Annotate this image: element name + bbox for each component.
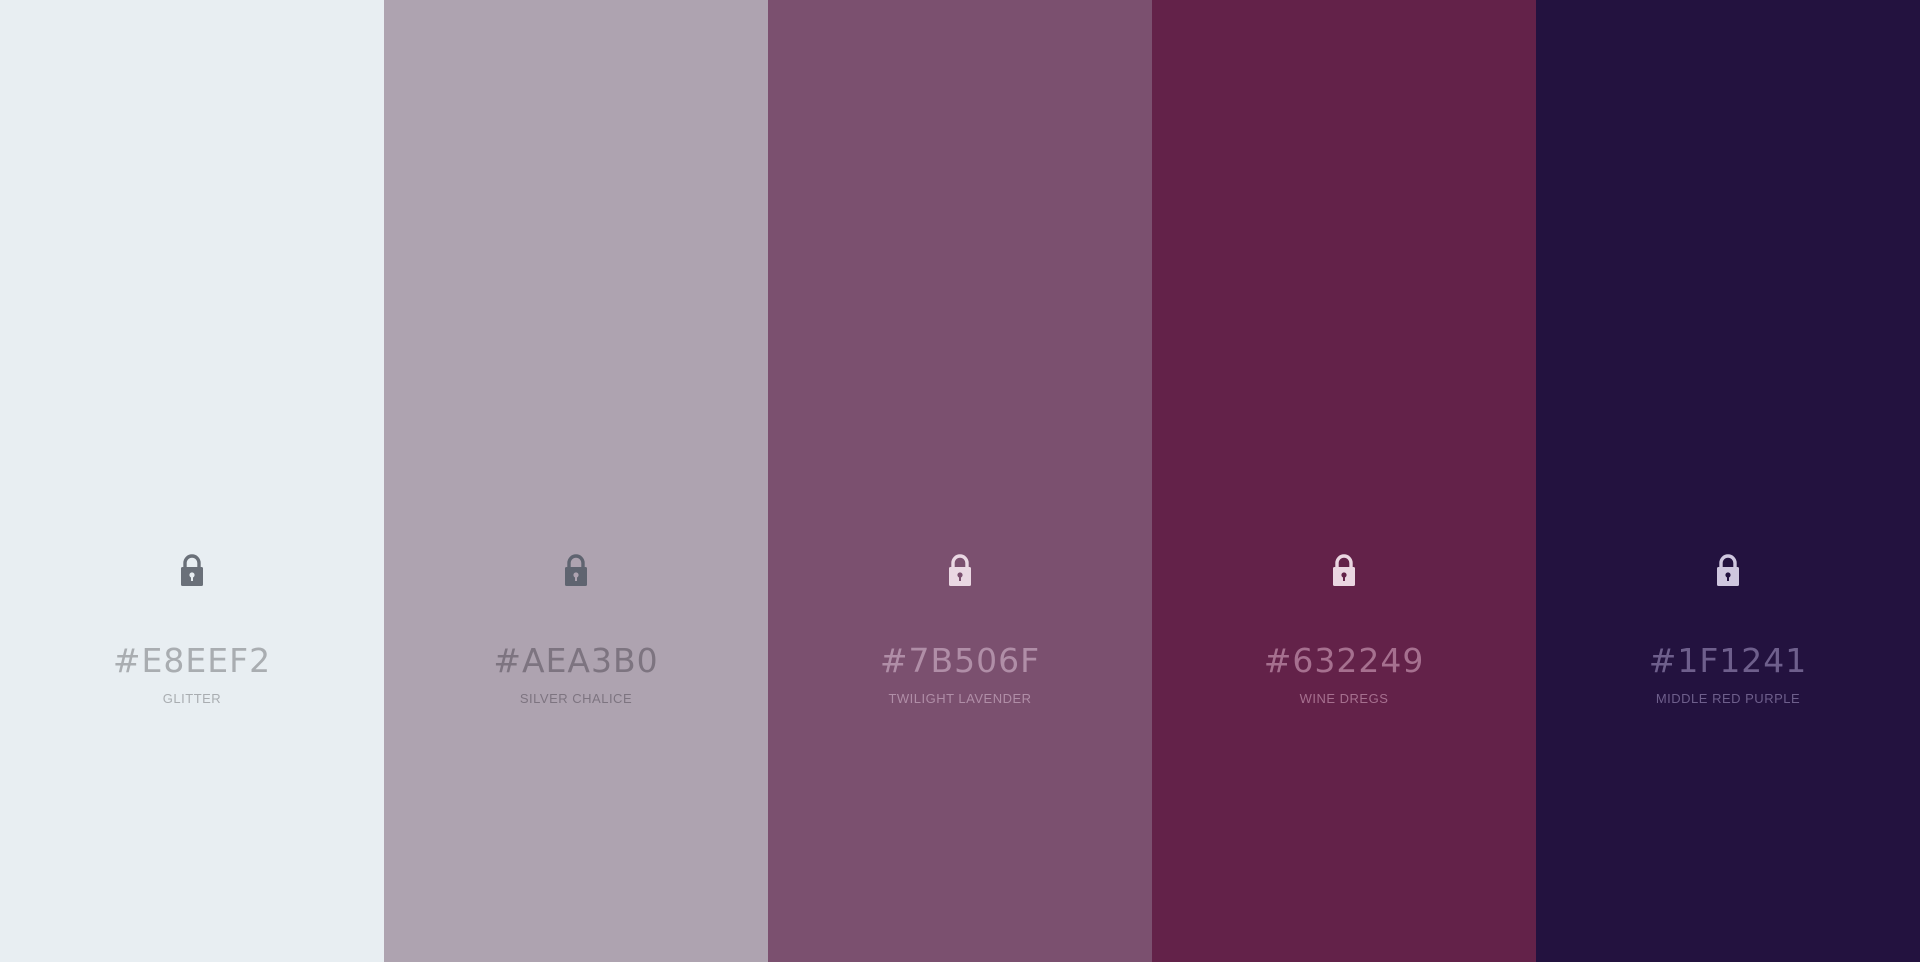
hex-code[interactable]: #7B506F (880, 641, 1040, 681)
swatch-content: #AEA3B0 SILVER CHALICE (384, 553, 768, 707)
color-swatch-silver-chalice[interactable]: #AEA3B0 SILVER CHALICE (384, 0, 768, 962)
lock-icon[interactable] (947, 553, 973, 587)
swatch-content: #E8EEF2 GLITTER (0, 553, 384, 707)
hex-code[interactable]: #632249 (1264, 641, 1425, 681)
hex-code[interactable]: #1F1241 (1649, 641, 1808, 681)
hex-code[interactable]: #AEA3B0 (493, 641, 658, 681)
color-palette: #E8EEF2 GLITTER #AEA3B0 SILVER CHALICE #… (0, 0, 1920, 962)
color-name: GLITTER (162, 691, 222, 706)
color-name: TWILIGHT LAVENDER (888, 691, 1032, 706)
lock-icon[interactable] (563, 553, 589, 587)
hex-code[interactable]: #E8EEF2 (113, 641, 271, 681)
color-swatch-middle-red-purple[interactable]: #1F1241 MIDDLE RED PURPLE (1536, 0, 1920, 962)
color-name: WINE DREGS (1299, 691, 1389, 706)
swatch-content: #632249 WINE DREGS (1152, 553, 1536, 707)
color-swatch-twilight-lavender[interactable]: #7B506F TWILIGHT LAVENDER (768, 0, 1152, 962)
color-swatch-glitter[interactable]: #E8EEF2 GLITTER (0, 0, 384, 962)
color-name: MIDDLE RED PURPLE (1655, 691, 1801, 706)
lock-icon[interactable] (1715, 553, 1741, 587)
lock-icon[interactable] (1331, 553, 1357, 587)
color-name: SILVER CHALICE (519, 691, 633, 706)
lock-icon[interactable] (179, 553, 205, 587)
color-swatch-wine-dregs[interactable]: #632249 WINE DREGS (1152, 0, 1536, 962)
swatch-content: #7B506F TWILIGHT LAVENDER (768, 553, 1152, 707)
swatch-content: #1F1241 MIDDLE RED PURPLE (1536, 553, 1920, 707)
